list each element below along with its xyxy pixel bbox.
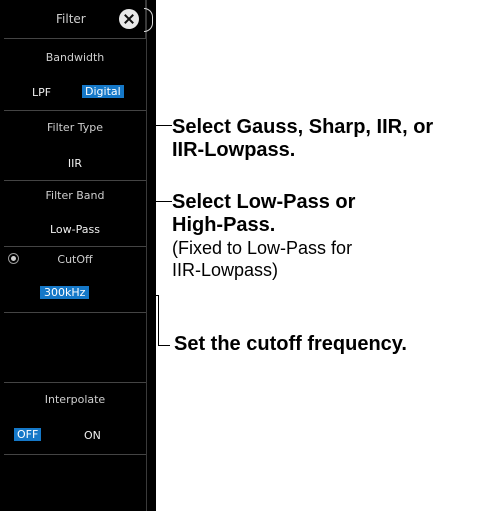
panel-title: Filter xyxy=(56,12,86,26)
close-icon[interactable] xyxy=(119,9,139,29)
leader-cutoff-vertical xyxy=(158,295,159,346)
cutoff-value-field[interactable]: 300kHz xyxy=(40,286,90,299)
interpolate-section[interactable]: Interpolate OFF ON xyxy=(4,382,146,454)
panel-tab-handle[interactable] xyxy=(144,8,153,32)
callout-filter-type: Select Gauss, Sharp, IIR, or IIR-Lowpass… xyxy=(172,116,433,162)
filter-panel: Filter Bandwidth LPF Digital Filter Type… xyxy=(0,0,156,511)
callout-filter-band-line2: High-Pass. xyxy=(172,214,276,236)
callout-filter-band-note2: IIR-Lowpass) xyxy=(172,260,279,280)
empty-section xyxy=(4,312,146,382)
callout-filter-band: Select Low-Pass or High-Pass. (Fixed to … xyxy=(172,191,355,281)
bandwidth-lpf[interactable]: LPF xyxy=(32,86,51,99)
cutoff-label: CutOff xyxy=(57,253,93,266)
filter-type-label: Filter Type xyxy=(46,121,103,134)
leader-filter-band xyxy=(150,201,172,202)
bandwidth-section[interactable]: Bandwidth LPF Digital xyxy=(4,38,146,110)
interpolate-off[interactable]: OFF xyxy=(14,428,42,441)
interpolate-label: Interpolate xyxy=(44,393,106,406)
filter-type-section[interactable]: Filter Type IIR xyxy=(4,110,146,180)
bandwidth-label: Bandwidth xyxy=(45,51,105,64)
filter-band-section[interactable]: Filter Band Low-Pass xyxy=(4,180,146,246)
cutoff-value-unit: kHz xyxy=(65,286,86,299)
interpolate-on[interactable]: ON xyxy=(84,429,101,442)
leader-filter-type xyxy=(150,125,172,126)
cutoff-section[interactable]: CutOff 300kHz xyxy=(4,246,146,312)
bottom-section xyxy=(4,454,146,511)
callout-filter-band-note1: (Fixed to Low-Pass for xyxy=(172,238,353,258)
callout-filter-band-line1: Select Low-Pass or xyxy=(172,191,356,213)
callout-cutoff: Set the cutoff frequency. xyxy=(174,333,407,355)
filter-band-label: Filter Band xyxy=(45,189,105,202)
callout-filter-type-line1: Select Gauss, Sharp, IIR, or xyxy=(172,116,434,138)
filter-band-value: Low-Pass xyxy=(50,223,100,236)
filter-type-value: IIR xyxy=(67,157,83,170)
leader-cutoff-bottom xyxy=(158,345,170,346)
panel-header: Filter xyxy=(0,0,146,38)
bandwidth-digital[interactable]: Digital xyxy=(82,85,124,98)
cutoff-value-number: 300 xyxy=(44,286,65,299)
callout-filter-type-line2: IIR-Lowpass. xyxy=(172,139,296,161)
